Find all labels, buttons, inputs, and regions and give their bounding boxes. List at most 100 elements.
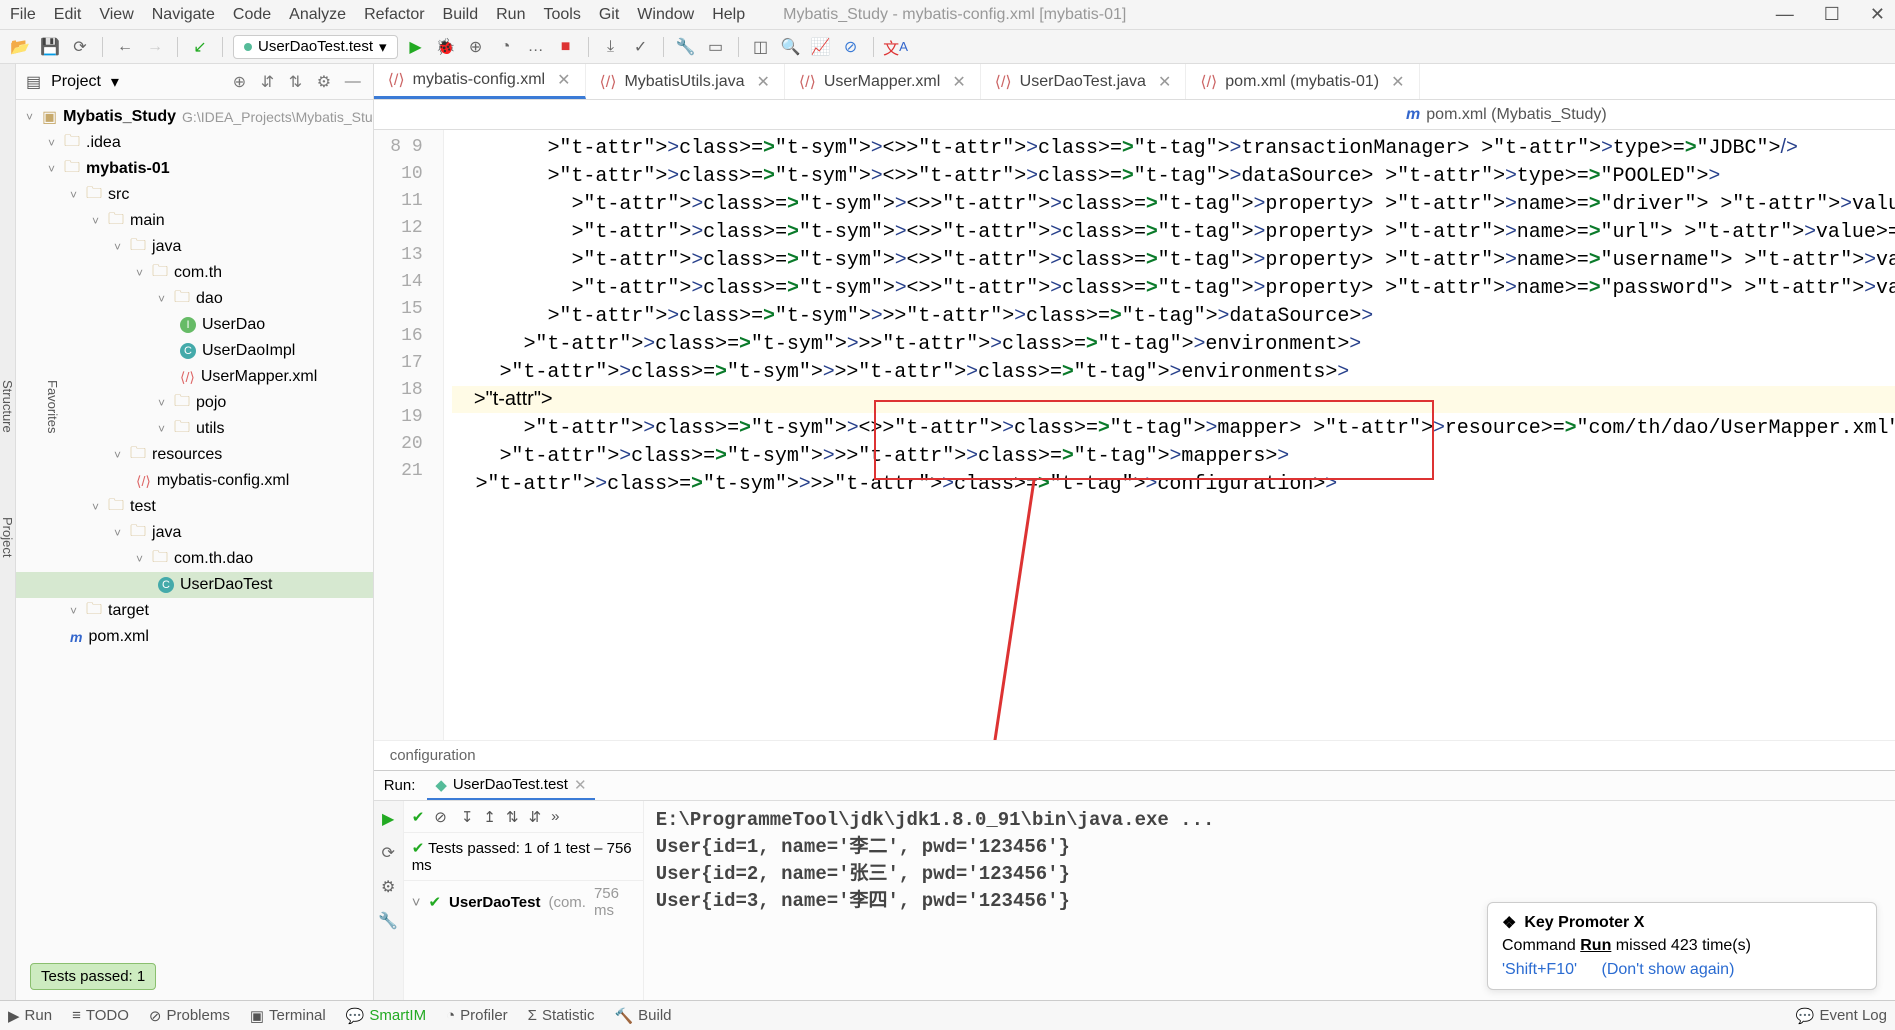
project-structure-icon[interactable]: ▭ [704, 35, 728, 59]
tree-item[interactable]: IUserDao [16, 312, 373, 338]
settings-icon[interactable]: ⚙ [381, 877, 395, 897]
tree-item[interactable]: mpom.xml [16, 624, 373, 650]
chevron-down-icon[interactable]: ▾ [111, 72, 119, 92]
target-icon[interactable]: ⊕ [233, 72, 251, 92]
gear-icon[interactable]: ⚙ [317, 72, 335, 92]
menu-code[interactable]: Code [233, 6, 271, 24]
close-icon[interactable]: ✕ [1158, 72, 1171, 92]
tree-item[interactable]: ˅🗀.idea [16, 130, 373, 156]
check-icon[interactable]: ✔ [412, 808, 425, 826]
menu-navigate[interactable]: Navigate [152, 6, 215, 24]
back-icon[interactable]: ← [113, 35, 137, 59]
tree-item[interactable]: ˅🗀com.th.dao [16, 546, 373, 572]
tree-item[interactable]: ˅🗀pojo [16, 390, 373, 416]
expand-icon[interactable]: ⇅ [289, 72, 307, 92]
translate-icon[interactable]: 文A [884, 35, 908, 59]
tree-item[interactable]: ˅🗀mybatis-01 [16, 156, 373, 182]
status-run[interactable]: ▶ Run [8, 1007, 52, 1025]
wrench-icon[interactable]: 🔧 [674, 35, 698, 59]
breadcrumb[interactable]: configuration [390, 747, 476, 764]
toggle-icon[interactable]: ⟳ [381, 843, 394, 863]
rerun-icon[interactable]: ▶ [382, 809, 394, 829]
maximize-button[interactable]: ☐ [1824, 4, 1840, 25]
stop-icon[interactable]: ■ [554, 35, 578, 59]
tree-item[interactable]: ˅🗀target [16, 598, 373, 624]
git-pull-icon[interactable]: ⤓ [599, 35, 623, 59]
editor-tab[interactable]: ⟨/⟩UserMapper.xml✕ [785, 64, 981, 99]
wrench-icon[interactable]: 🔧 [378, 911, 398, 931]
tree-item[interactable]: ⟨/⟩mybatis-config.xml [16, 468, 373, 494]
menu-refactor[interactable]: Refactor [364, 6, 424, 24]
menu-view[interactable]: View [99, 6, 133, 24]
tool-favorites[interactable]: Favorites [45, 380, 60, 433]
reload-icon[interactable]: ⟳ [68, 35, 92, 59]
tool-structure[interactable]: Structure [0, 380, 15, 433]
editor-tab[interactable]: ⟨/⟩MybatisUtils.java✕ [586, 64, 785, 99]
git-commit-icon[interactable]: ✓ [629, 35, 653, 59]
hide-icon[interactable]: — [345, 73, 363, 91]
close-icon[interactable]: ✕ [574, 776, 587, 794]
tree-item[interactable]: ˅🗀resources [16, 442, 373, 468]
status-profiler[interactable]: ◔ Profiler [446, 1007, 508, 1024]
menu-run[interactable]: Run [496, 6, 525, 24]
open-icon[interactable]: 📂 [8, 35, 32, 59]
close-icon[interactable]: ✕ [756, 72, 769, 92]
editor-tab[interactable]: ⟨/⟩UserDaoTest.java✕ [981, 64, 1187, 99]
notif-dismiss-link[interactable]: (Don't show again) [1602, 961, 1735, 978]
run-tab-label[interactable]: UserDaoTest.test [453, 776, 568, 793]
tree-item[interactable]: ˅🗀test [16, 494, 373, 520]
menu-window[interactable]: Window [637, 6, 694, 24]
tree-item[interactable]: ˅🗀main [16, 208, 373, 234]
chart-icon[interactable]: 📈 [809, 35, 833, 59]
tree-item[interactable]: ˅🗀java [16, 234, 373, 260]
menu-analyze[interactable]: Analyze [289, 6, 346, 24]
status-statistic[interactable]: Σ Statistic [528, 1007, 595, 1024]
code-area[interactable]: 8 9 10 11 12 13 14 15 16 17 18 19 20 21 … [374, 130, 1895, 740]
menu-tools[interactable]: Tools [543, 6, 580, 24]
tree-item[interactable]: CUserDaoTest [16, 572, 373, 598]
close-icon[interactable]: ✕ [557, 70, 570, 90]
status-todo[interactable]: ≡ TODO [72, 1007, 129, 1024]
menu-help[interactable]: Help [712, 6, 745, 24]
editor-tab[interactable]: ⟨/⟩mybatis-config.xml✕ [374, 64, 586, 99]
tree-item[interactable]: ˅🗀dao [16, 286, 373, 312]
search-icon[interactable]: 🔍 [779, 35, 803, 59]
build-icon[interactable]: ↙ [188, 35, 212, 59]
run-icon[interactable]: ▶ [404, 35, 428, 59]
tree-item[interactable]: ˅🗀src [16, 182, 373, 208]
notif-shortcut-link[interactable]: 'Shift+F10' [1502, 961, 1577, 978]
editor-tab[interactable]: ⟨/⟩pom.xml (mybatis-01)✕ [1186, 64, 1419, 99]
collapse-icon[interactable]: ⇵ [261, 72, 279, 92]
close-icon[interactable]: ✕ [952, 72, 965, 92]
event-log[interactable]: 💬 Event Log [1796, 1007, 1887, 1025]
menu-edit[interactable]: Edit [54, 6, 82, 24]
menu-file[interactable]: File [10, 6, 36, 24]
forward-icon[interactable]: → [143, 35, 167, 59]
close-icon[interactable]: ✕ [1391, 72, 1404, 92]
minimize-button[interactable]: — [1776, 4, 1794, 25]
tree-item[interactable]: CUserDaoImpl [16, 338, 373, 364]
coverage-icon[interactable]: ⊕ [464, 35, 488, 59]
debug-icon[interactable]: 🐞 [434, 35, 458, 59]
tree-item[interactable]: ⟨/⟩UserMapper.xml [16, 364, 373, 390]
prohibit-icon[interactable]: ⊘ [839, 35, 863, 59]
profile-icon[interactable]: ◔ [494, 35, 518, 59]
tree-root[interactable]: ˅▣Mybatis_StudyG:\IDEA_Projects\Mybatis_… [16, 104, 373, 130]
code-content[interactable]: >"t-attr">>class>=>"t-sym">><>>"t-attr">… [444, 130, 1895, 740]
save-icon[interactable]: 💾 [38, 35, 62, 59]
close-button[interactable]: ✕ [1870, 4, 1885, 25]
run-config-selector[interactable]: UserDaoTest.test ▾ [233, 35, 398, 59]
status-terminal[interactable]: ▣ Terminal [250, 1007, 326, 1025]
status-build[interactable]: 🔨 Build [614, 1007, 671, 1025]
test-row[interactable]: ˅ ✔ UserDaoTest (com. 756 ms [404, 881, 643, 923]
prohibit-icon[interactable]: ⊘ [434, 808, 447, 826]
menu-git[interactable]: Git [599, 6, 619, 24]
square-icon[interactable]: ◫ [749, 35, 773, 59]
status-smartim[interactable]: 💬 SmartIM [346, 1007, 426, 1025]
status-problems[interactable]: ⊘ Problems [149, 1007, 230, 1025]
tool-project[interactable]: Project [0, 517, 15, 557]
menu-build[interactable]: Build [443, 6, 479, 24]
attach-icon[interactable]: … [524, 35, 548, 59]
tree-item[interactable]: ˅🗀com.th [16, 260, 373, 286]
tree-item[interactable]: ˅🗀utils [16, 416, 373, 442]
